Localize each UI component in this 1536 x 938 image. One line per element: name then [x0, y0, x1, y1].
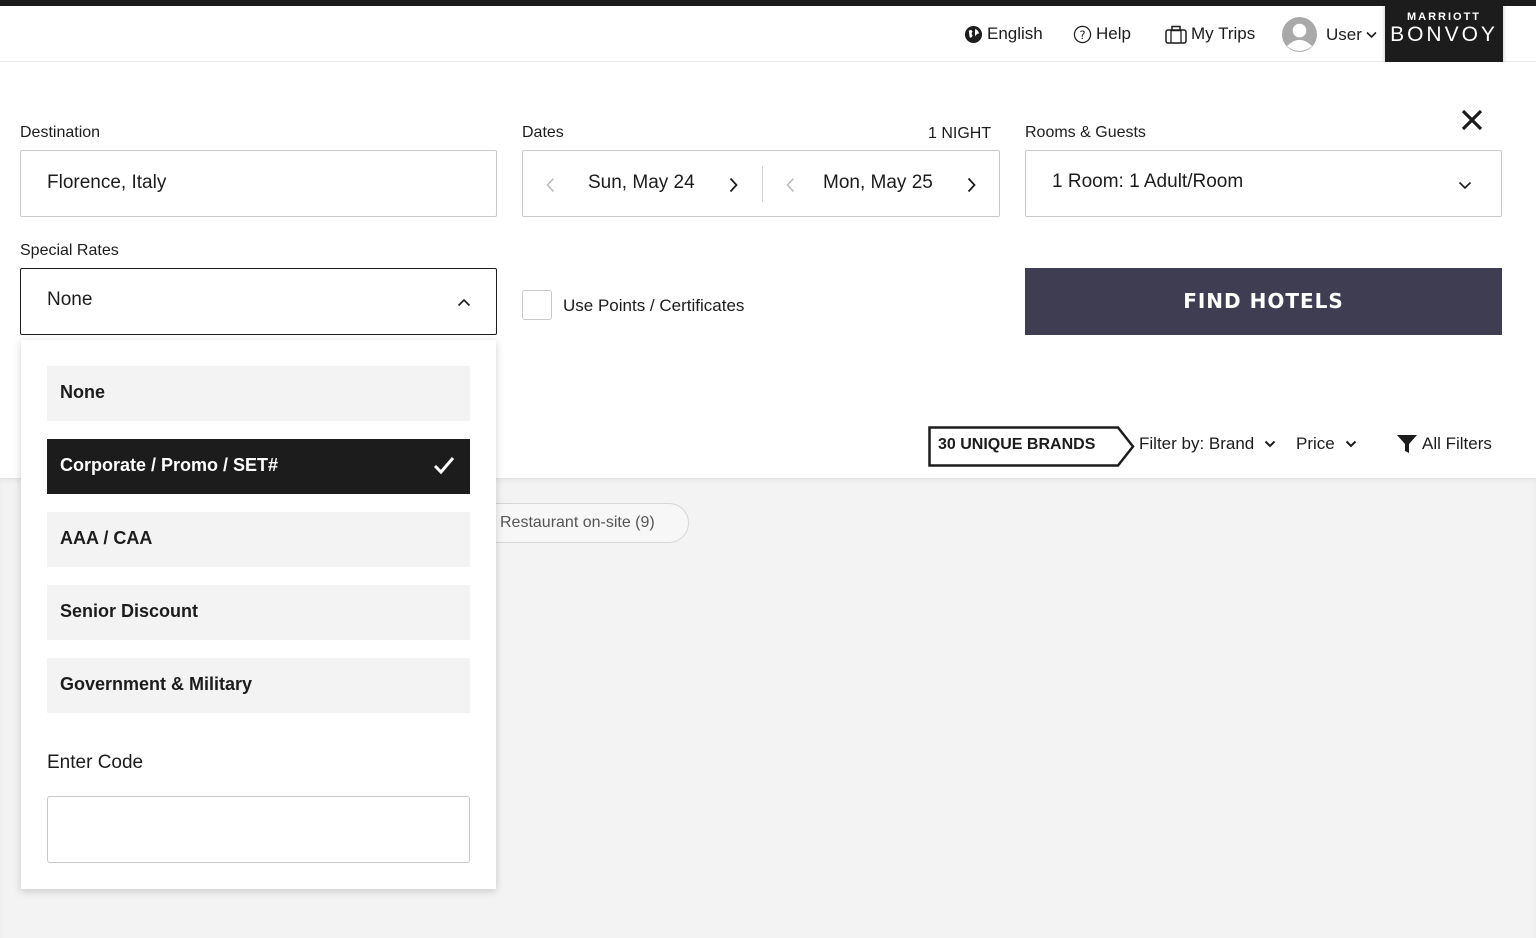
user-menu[interactable]: User [1282, 17, 1377, 52]
marriott-bonvoy-logo[interactable]: MARRIOTT BONVOY [1385, 0, 1503, 62]
rate-option-label: None [60, 382, 105, 402]
special-rates-label: Special Rates [20, 242, 119, 259]
site-header: English ? Help My Trips User [0, 6, 1536, 62]
rate-option-corporate[interactable]: Corporate / Promo / SET# [47, 439, 470, 494]
my-trips-link[interactable]: My Trips [1165, 24, 1255, 44]
chevron-down-icon [1458, 181, 1472, 190]
unique-brands-text: 30 UNIQUE BRANDS [938, 436, 1096, 453]
use-points-label[interactable]: Use Points / Certificates [563, 296, 744, 316]
language-selector[interactable]: English [964, 24, 1043, 44]
destination-label: Destination [20, 124, 101, 141]
globe-icon [964, 25, 983, 43]
rate-option-government[interactable]: Government & Military [47, 658, 470, 713]
date-divider [762, 166, 763, 202]
filter-brand-label: Filter by: Brand [1139, 434, 1255, 453]
close-icon[interactable] [1460, 108, 1484, 132]
destination-value: Florence, Italy [47, 172, 167, 193]
chevron-down-icon [1265, 440, 1276, 448]
filter-by-price[interactable]: Price [1296, 434, 1357, 454]
rate-option-label: Government & Military [60, 674, 253, 694]
filter-by-brand[interactable]: Filter by: Brand [1139, 434, 1276, 454]
rate-option-label: AAA / CAA [60, 528, 153, 548]
funnel-icon [1397, 435, 1417, 453]
rooms-guests-label: Rooms & Guests [1025, 124, 1146, 141]
restaurant-filter-pill[interactable]: Restaurant on-site (9) [470, 503, 689, 543]
enter-code-label: Enter Code [47, 752, 144, 773]
rooms-guests-select[interactable]: 1 Room: 1 Adult/Room [1025, 150, 1502, 217]
nights-count: 1 NIGHT [928, 125, 992, 142]
chevron-up-icon [457, 298, 471, 307]
my-trips-label: My Trips [1191, 24, 1256, 43]
special-rates-dropdown: None Corporate / Promo / SET# AAA / CAA … [21, 340, 496, 889]
help-icon: ? [1073, 25, 1092, 43]
avatar-icon [1282, 17, 1317, 52]
rate-option-aaa[interactable]: AAA / CAA [47, 512, 470, 567]
checkmark-icon [433, 457, 455, 475]
chevron-left-icon[interactable] [786, 177, 795, 193]
chevron-down-icon [1366, 31, 1377, 38]
enter-code-input[interactable] [47, 796, 470, 863]
destination-input[interactable]: Florence, Italy [20, 150, 497, 217]
language-label: English [987, 24, 1043, 43]
logo-bonvoy-text: BONVOY [1390, 23, 1498, 46]
rate-option-none[interactable]: None [47, 366, 470, 421]
logo-marriott-text: MARRIOTT [1406, 11, 1482, 23]
use-points-checkbox[interactable] [522, 290, 552, 320]
chevron-right-icon[interactable] [729, 177, 738, 193]
dates-picker[interactable]: Sun, May 24 Mon, May 25 [522, 150, 1000, 217]
find-hotels-button[interactable]: FIND HOTELS [1025, 268, 1502, 335]
unique-brands-badge[interactable]: 30 UNIQUE BRANDS [928, 426, 1136, 467]
rate-option-senior[interactable]: Senior Discount [47, 585, 470, 640]
filter-price-label: Price [1296, 434, 1335, 453]
chevron-right-icon[interactable] [967, 177, 976, 193]
special-rates-value: None [47, 289, 93, 310]
all-filters-button[interactable]: All Filters [1396, 434, 1492, 454]
dates-label: Dates [522, 124, 564, 141]
all-filters-label: All Filters [1422, 434, 1492, 453]
help-label: Help [1096, 24, 1131, 43]
rate-option-label: Corporate / Promo / SET# [60, 455, 279, 475]
pill-label: Restaurant on-site (9) [500, 514, 655, 531]
rooms-guests-value: 1 Room: 1 Adult/Room [1052, 171, 1244, 192]
svg-text:?: ? [1079, 27, 1085, 41]
check-out-date[interactable]: Mon, May 25 [823, 172, 933, 194]
rate-option-label: Senior Discount [60, 601, 199, 621]
briefcase-icon [1165, 25, 1187, 44]
special-rates-select[interactable]: None [20, 268, 497, 335]
chevron-left-icon[interactable] [546, 177, 555, 193]
chevron-down-icon [1345, 440, 1356, 448]
check-in-date[interactable]: Sun, May 24 [588, 172, 695, 194]
help-link[interactable]: ? Help [1073, 24, 1131, 44]
user-label: User [1326, 24, 1362, 44]
